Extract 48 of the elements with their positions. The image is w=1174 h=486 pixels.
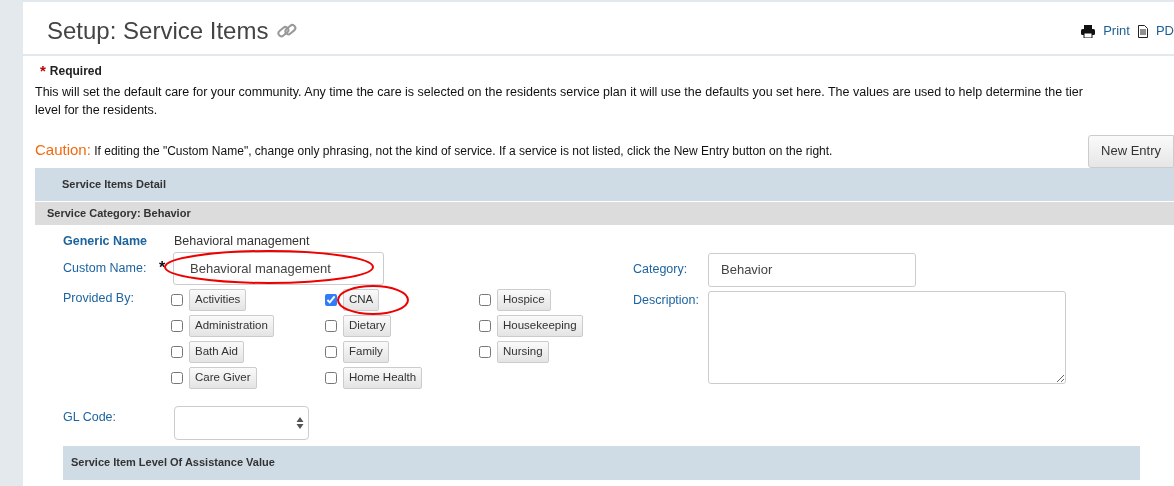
text-field[interactable]: Behavior xyxy=(708,252,916,287)
option-button[interactable]: Nursing xyxy=(497,340,549,363)
intro-text: This will set the default care for your community. Any time the care is selected on the residents service plan it will use the defaults you set here. The values are used to help determine the tier level for the residents. xyxy=(35,83,1084,119)
category-header: Service Category: Behavior xyxy=(35,201,1174,225)
checkbox[interactable] xyxy=(479,345,491,358)
section-header: Service Items Detail xyxy=(35,167,1174,201)
printer-icon[interactable] xyxy=(1081,24,1096,38)
text-field[interactable]: Behavioral management xyxy=(173,251,384,285)
field-label: Provided By: xyxy=(63,289,135,307)
checkbox[interactable] xyxy=(479,319,491,332)
option-button[interactable]: Dietary xyxy=(343,314,392,337)
sort-arrows-icon xyxy=(296,415,304,430)
field-label: Custom Name: xyxy=(63,259,148,277)
option-button[interactable]: Administration xyxy=(189,314,274,337)
pdf-link[interactable]: PD xyxy=(1155,21,1174,41)
caution-label: Caution: xyxy=(35,141,91,158)
field-value: Behavioral management xyxy=(174,233,310,251)
caution-text: If editing the "Custom Name", change only phrasing, not the kind of service. If a service is not listed, click the New Entry button on the right. xyxy=(94,144,833,158)
option-button[interactable]: CNA xyxy=(343,288,380,311)
checkbox[interactable] xyxy=(171,319,183,332)
description-field[interactable] xyxy=(708,290,1066,384)
checkbox[interactable] xyxy=(325,345,337,358)
option-button[interactable]: Housekeeping xyxy=(497,314,583,337)
option-button[interactable]: Care Giver xyxy=(189,366,257,389)
field-label: GL Code: xyxy=(63,408,118,426)
page-title: Setup: Service Items xyxy=(47,16,269,46)
checkbox[interactable] xyxy=(479,293,491,306)
checkbox[interactable] xyxy=(171,345,183,358)
option-button[interactable]: Family xyxy=(343,340,389,363)
option-button[interactable]: Hospice xyxy=(497,288,551,311)
option-button[interactable]: Bath Aid xyxy=(189,340,244,363)
required-asterisk: * xyxy=(40,61,46,81)
document-icon[interactable] xyxy=(1137,24,1148,38)
subsection-header: Service Item Level Of Assistance Value xyxy=(63,445,1140,480)
option-button[interactable]: Activities xyxy=(189,288,247,311)
print-link[interactable]: Print xyxy=(1103,21,1130,41)
checkbox[interactable] xyxy=(171,371,183,384)
field-label: Description: xyxy=(633,291,700,309)
option-button[interactable]: Home Health xyxy=(343,366,423,389)
checkbox[interactable] xyxy=(325,293,337,306)
new-entry-button[interactable]: New Entry xyxy=(1088,134,1174,168)
checkbox[interactable] xyxy=(325,371,337,384)
required-note: Required xyxy=(49,63,102,81)
field-label: Category: xyxy=(633,261,689,279)
required-asterisk: * xyxy=(159,258,167,278)
checkbox[interactable] xyxy=(171,293,183,306)
checkbox[interactable] xyxy=(325,319,337,332)
field-label: Generic Name xyxy=(63,233,149,251)
